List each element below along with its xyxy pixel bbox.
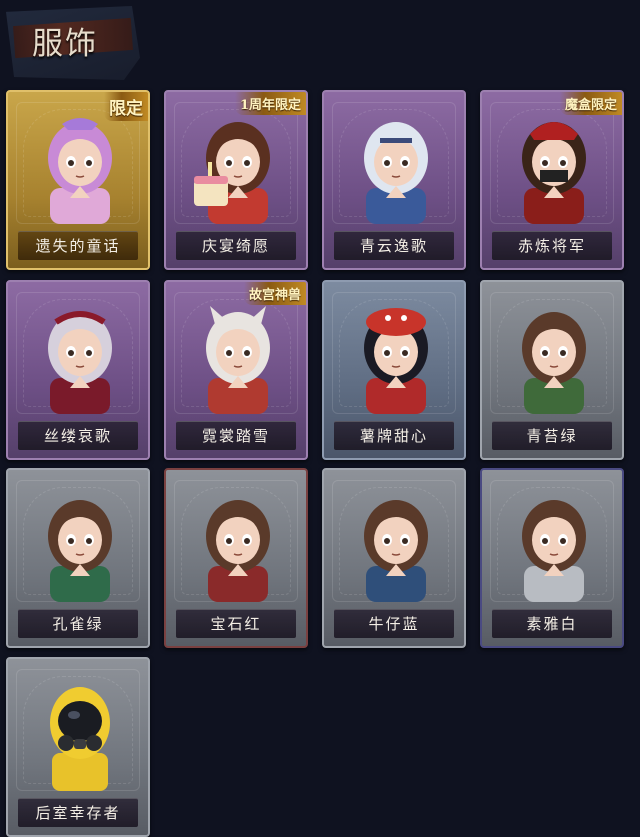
costume-card[interactable]: 丝缕哀歌 bbox=[6, 280, 150, 460]
birthday-cake-portrait-icon bbox=[188, 110, 288, 224]
costume-card[interactable]: 青苔绿 bbox=[480, 280, 624, 460]
limited-badge: 1周年限定 bbox=[234, 92, 306, 115]
section-title: 服饰 bbox=[32, 26, 98, 62]
gothic-doll-portrait-icon bbox=[30, 300, 130, 414]
costume-name: 青苔绿 bbox=[492, 421, 612, 450]
costume-card[interactable]: 故宫神兽霓裳踏雪 bbox=[164, 280, 308, 460]
costume-card[interactable]: 青云逸歌 bbox=[322, 90, 466, 270]
costume-name: 素雅白 bbox=[492, 609, 612, 638]
costume-name: 后室幸存者 bbox=[18, 798, 138, 827]
costume-name: 赤炼将军 bbox=[492, 231, 612, 260]
limited-badge: 限定 bbox=[104, 92, 148, 121]
denim-blue-portrait-icon bbox=[346, 488, 446, 602]
red-hat-portrait-icon bbox=[346, 300, 446, 414]
costume-card[interactable]: 牛仔蓝 bbox=[322, 468, 466, 648]
wolf-ears-portrait-icon bbox=[188, 300, 288, 414]
green-outfit-portrait-icon bbox=[504, 300, 604, 414]
plain-white-portrait-icon bbox=[504, 488, 604, 602]
limited-badge: 故宫神兽 bbox=[243, 282, 306, 305]
costume-name: 遗失的童话 bbox=[18, 231, 138, 260]
masked-general-portrait-icon bbox=[504, 110, 604, 224]
fairy-princess-portrait-icon bbox=[30, 110, 130, 224]
costume-card[interactable]: 薯牌甜心 bbox=[322, 280, 466, 460]
costume-name: 牛仔蓝 bbox=[334, 609, 454, 638]
costume-name: 青云逸歌 bbox=[334, 231, 454, 260]
costume-card[interactable]: 1周年限定庆宴绮愿 bbox=[164, 90, 308, 270]
silver-hair-portrait-icon bbox=[346, 110, 446, 224]
costume-name: 薯牌甜心 bbox=[334, 421, 454, 450]
costume-card[interactable]: 孔雀绿 bbox=[6, 468, 150, 648]
ruby-red-portrait-icon bbox=[188, 488, 288, 602]
costume-card[interactable]: 限定遗失的童话 bbox=[6, 90, 150, 270]
costume-name: 庆宴绮愿 bbox=[176, 231, 296, 260]
costume-name: 孔雀绿 bbox=[18, 609, 138, 638]
costume-card[interactable]: 后室幸存者 bbox=[6, 657, 150, 837]
gas-mask-survivor-portrait-icon bbox=[30, 677, 130, 791]
peacock-green-portrait-icon bbox=[30, 488, 130, 602]
costume-name: 丝缕哀歌 bbox=[18, 421, 138, 450]
costume-card[interactable]: 素雅白 bbox=[480, 468, 624, 648]
costume-card[interactable]: 魔盒限定赤炼将军 bbox=[480, 90, 624, 270]
costume-name: 宝石红 bbox=[176, 609, 296, 638]
costume-card[interactable]: 宝石红 bbox=[164, 468, 308, 648]
limited-badge: 魔盒限定 bbox=[559, 92, 622, 115]
costume-name: 霓裳踏雪 bbox=[176, 421, 296, 450]
